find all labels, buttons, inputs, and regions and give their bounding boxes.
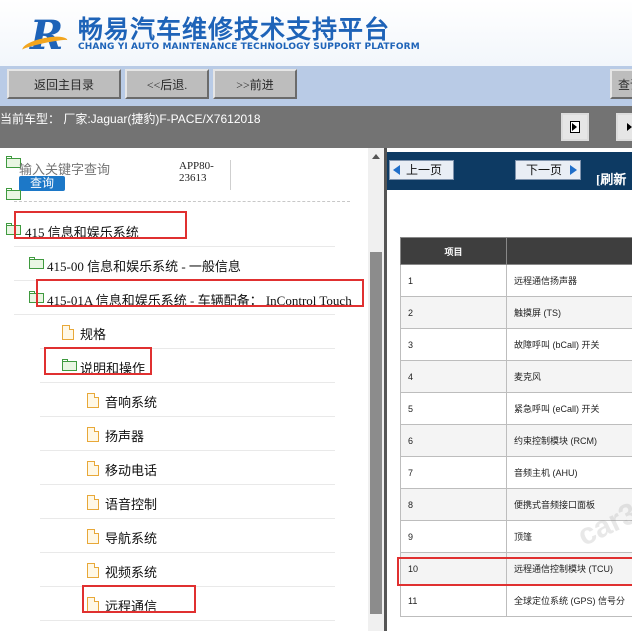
row-number: 1 <box>400 264 507 297</box>
row-part-name: 紧急呼叫 (eCall) 开关 <box>506 392 632 425</box>
toolbar: 返回主目录 <<后退. >>前进 查询 <box>0 66 632 106</box>
current-vehicle-label: 当前车型： 厂家:Jaguar(捷豹)F-PACE/X7612018 <box>0 112 261 126</box>
row-part-name: 故障呼叫 (bCall) 开关 <box>506 328 632 361</box>
arrow-right-icon <box>570 165 577 175</box>
header: R 畅易汽车维修技术支持平台 CHANG YI AUTO MAINTENANCE… <box>0 0 632 66</box>
table-header-row: 项目 <box>400 237 632 265</box>
next-page-button[interactable]: 下一页 <box>515 160 581 180</box>
row-part-name: 约束控制模块 (RCM) <box>506 424 632 457</box>
brand-title: 畅易汽车维修技术支持平台 <box>78 15 391 44</box>
row-number: 6 <box>400 424 507 457</box>
row-number: 11 <box>400 584 507 617</box>
table-row: 11 全球定位系统 (GPS) 信号分 <box>400 584 632 617</box>
double-arrow-right-icon <box>627 123 632 131</box>
table-row: 7 音频主机 (AHU) <box>400 456 632 489</box>
logo: R <box>21 10 72 59</box>
forward-button[interactable]: >>前进 <box>213 69 297 99</box>
scroll-thumb[interactable] <box>370 252 382 614</box>
tree-item-label: 视频系统 <box>105 565 158 580</box>
highlight-box <box>82 585 196 613</box>
document-icon <box>87 529 99 544</box>
document-icon <box>87 427 99 442</box>
table-row: 2 触摸屏 (TS) <box>400 296 632 329</box>
tree-item-label: 移动电话 <box>105 463 158 478</box>
row-number: 7 <box>400 456 507 489</box>
arrow-right-icon <box>572 123 577 131</box>
highlight-box <box>44 347 152 375</box>
tree-item-label: 415-00 信息和娱乐系统 - 一般信息 <box>47 259 241 274</box>
tree-item-label: 音响系统 <box>105 395 158 410</box>
search-button[interactable]: 查询 <box>19 176 65 191</box>
tree-item[interactable]: 规格 <box>40 316 335 349</box>
scroll-up-icon[interactable] <box>372 154 380 159</box>
document-icon <box>62 325 74 340</box>
row-part-name: 触摸屏 (TS) <box>506 296 632 329</box>
tree-item[interactable]: 导航系统 <box>40 520 335 553</box>
search-input[interactable] <box>19 162 149 177</box>
folder-icon <box>29 257 44 269</box>
row-highlight-box <box>397 557 632 586</box>
tree-item[interactable]: 语音控制 <box>40 486 335 519</box>
row-part-name: 音频主机 (AHU) <box>506 456 632 489</box>
home-button[interactable]: 返回主目录 <box>7 69 121 99</box>
page-nav-bar: 上一页 下一页 [刷新 <box>387 152 632 190</box>
document-icon <box>87 393 99 408</box>
table-row: 3 故障呼叫 (bCall) 开关 <box>400 328 632 361</box>
expand-panel-button[interactable] <box>616 113 632 141</box>
app-code: APP80- 23613 <box>179 160 214 184</box>
vehicle-bar: 当前车型： 厂家:Jaguar(捷豹)F-PACE/X7612018 <box>0 106 632 148</box>
column-header-name <box>506 237 632 265</box>
query-button[interactable]: 查询 <box>610 69 632 99</box>
row-number: 4 <box>400 360 507 393</box>
row-part-name: 全球定位系统 (GPS) 信号分 <box>506 584 632 617</box>
table-row: 5 紧急呼叫 (eCall) 开关 <box>400 392 632 425</box>
row-part-name: 麦克风 <box>506 360 632 393</box>
row-number: 8 <box>400 488 507 521</box>
back-button[interactable]: <<后退. <box>125 69 209 99</box>
document-icon <box>87 461 99 476</box>
tree-item[interactable]: 视频系统 <box>40 554 335 587</box>
arrow-left-icon <box>393 165 400 175</box>
search-area: 查询 APP80- 23613 <box>0 148 350 206</box>
table-row: 4 麦克风 <box>400 360 632 393</box>
tree-item[interactable]: 移动电话 <box>40 452 335 485</box>
document-icon <box>87 495 99 510</box>
tree-panel: 查询 APP80- 23613 415 信息和娱乐系统415-00 信息和娱乐系… <box>0 148 368 631</box>
collapse-panel-button[interactable] <box>561 113 589 141</box>
scrollbar[interactable] <box>368 148 384 631</box>
tree-item[interactable]: 音响系统 <box>40 384 335 417</box>
tree-item-label: 扬声器 <box>105 429 145 444</box>
tree-item[interactable]: 415-00 信息和娱乐系统 - 一般信息 <box>14 248 335 281</box>
app-code-line2: 23613 <box>179 172 207 184</box>
table-row: 6 约束控制模块 (RCM) <box>400 424 632 457</box>
folder-icon <box>6 188 21 200</box>
row-number: 2 <box>400 296 507 329</box>
row-part-name: 远程通信扬声器 <box>506 264 632 297</box>
tree-item[interactable]: 扬声器 <box>40 418 335 451</box>
separator <box>230 160 231 190</box>
prev-page-button[interactable]: 上一页 <box>389 160 454 180</box>
column-header-item: 项目 <box>400 237 507 265</box>
tree-item-label: 语音控制 <box>105 497 158 512</box>
highlight-box <box>14 211 187 239</box>
document-icon <box>87 563 99 578</box>
refresh-link[interactable]: [刷新 <box>596 169 626 188</box>
next-page-label: 下一页 <box>526 163 563 177</box>
row-number: 9 <box>400 520 507 553</box>
tree-item-label: 规格 <box>80 327 107 342</box>
row-number: 3 <box>400 328 507 361</box>
content-panel: 上一页 下一页 [刷新 项目 1 远程通信扬声器 2 触摸屏 (TS) 3 故障呼叫 (b… <box>387 148 632 631</box>
highlight-box <box>36 279 364 307</box>
brand-subtitle: CHANG YI AUTO MAINTENANCE TECHNOLOGY SUP… <box>78 42 420 52</box>
prev-page-label: 上一页 <box>406 163 443 177</box>
tree-item-label: 导航系统 <box>105 531 158 546</box>
table-row: 1 远程通信扬声器 <box>400 264 632 297</box>
dashed-divider <box>14 201 350 202</box>
row-number: 5 <box>400 392 507 425</box>
app-code-line1: APP80- <box>179 160 214 172</box>
